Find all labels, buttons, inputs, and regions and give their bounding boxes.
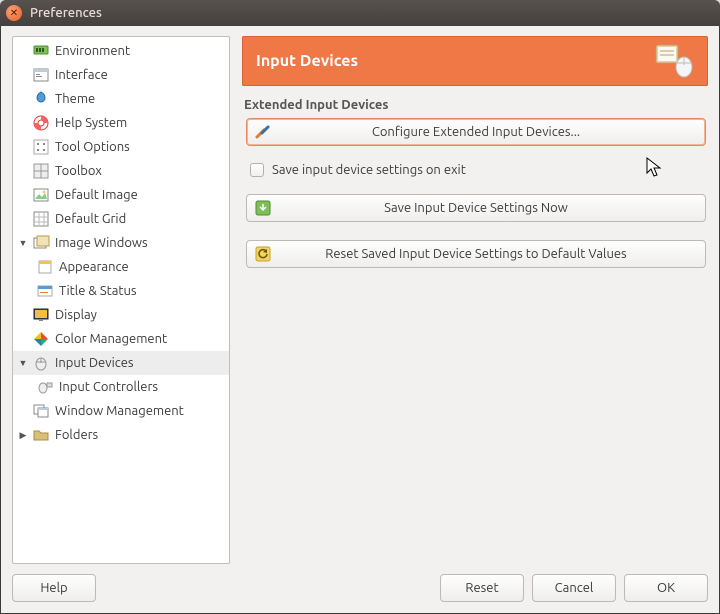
- main-panel: Input Devices Extended Input: [242, 36, 708, 564]
- reset-button[interactable]: Reset: [440, 574, 524, 602]
- tree-item-interface[interactable]: Interface: [13, 63, 229, 87]
- dialog-footer: Help Reset Cancel OK: [12, 564, 708, 602]
- display-icon: [31, 306, 51, 324]
- tree-item-label: Default Grid: [53, 212, 126, 226]
- tree-item-color-management[interactable]: Color Management: [13, 327, 229, 351]
- help-icon: [31, 114, 51, 132]
- panel-title: Input Devices: [256, 52, 358, 70]
- button-label: Save Input Device Settings Now: [384, 201, 568, 215]
- tree-item-label: Appearance: [57, 260, 129, 274]
- expander-icon[interactable]: ▶: [17, 430, 29, 441]
- tree-item-label: Folders: [53, 428, 98, 442]
- folders-icon: [31, 426, 51, 444]
- cancel-button[interactable]: Cancel: [532, 574, 616, 602]
- titlebar: ✕ Preferences: [0, 0, 720, 26]
- default-image-icon: [31, 186, 51, 204]
- tree-item-tool-options[interactable]: Tool Options: [13, 135, 229, 159]
- panel-header: Input Devices: [242, 36, 708, 86]
- tree-item-label: Default Image: [53, 188, 138, 202]
- tree-item-label: Color Management: [53, 332, 167, 346]
- tree-item-label: Theme: [53, 92, 95, 106]
- toolbox-icon: [31, 162, 51, 180]
- env-icon: [31, 42, 51, 60]
- tree-item-label: Input Controllers: [57, 380, 158, 394]
- tree-item-label: Title & Status: [57, 284, 137, 298]
- checkbox-label: Save input device settings on exit: [272, 163, 466, 177]
- theme-icon: [31, 90, 51, 108]
- category-tree[interactable]: Environment Interface Theme Help System Tool…: [12, 36, 230, 564]
- tree-item-window-management[interactable]: Window Management: [13, 399, 229, 423]
- appearance-icon: [35, 258, 55, 276]
- expander-icon[interactable]: ▼: [17, 358, 29, 368]
- title-status-icon: [35, 282, 55, 300]
- image-windows-icon: [31, 234, 51, 252]
- tool-opt-icon: [31, 138, 51, 156]
- ok-button[interactable]: OK: [624, 574, 708, 602]
- preferences-window: ✕ Preferences Environment Interface Theme H…: [0, 0, 720, 614]
- window-mgmt-icon: [31, 402, 51, 420]
- save-now-button[interactable]: Save Input Device Settings Now: [246, 194, 706, 222]
- close-icon[interactable]: ✕: [6, 5, 22, 21]
- tree-item-input-controllers[interactable]: Input Controllers: [13, 375, 229, 399]
- tree-item-default-image[interactable]: Default Image: [13, 183, 229, 207]
- content-area: Environment Interface Theme Help System Tool…: [0, 26, 720, 614]
- tree-item-label: Tool Options: [53, 140, 130, 154]
- expander-icon[interactable]: ▼: [17, 238, 29, 248]
- button-label: Reset Saved Input Device Settings to Def…: [325, 247, 626, 261]
- section-title: Extended Input Devices: [244, 98, 708, 112]
- save-on-exit-row[interactable]: Save input device settings on exit: [250, 163, 706, 177]
- help-button[interactable]: Help: [12, 574, 96, 602]
- input-devices-icon: [654, 43, 694, 79]
- tree-item-input-devices[interactable]: ▼ Input Devices: [13, 351, 229, 375]
- default-grid-icon: [31, 210, 51, 228]
- input-controllers-icon: [35, 378, 55, 396]
- tree-item-label: Toolbox: [53, 164, 102, 178]
- checkbox-icon[interactable]: [250, 163, 264, 177]
- tree-item-image-windows[interactable]: ▼ Image Windows: [13, 231, 229, 255]
- tree-item-label: Interface: [53, 68, 108, 82]
- preferences-icon: [255, 124, 271, 140]
- tree-item-help-system[interactable]: Help System: [13, 111, 229, 135]
- tree-item-label: Help System: [53, 116, 127, 130]
- tree-item-theme[interactable]: Theme: [13, 87, 229, 111]
- tree-item-label: Window Management: [53, 404, 184, 418]
- tree-item-environment[interactable]: Environment: [13, 39, 229, 63]
- reset-defaults-button[interactable]: Reset Saved Input Device Settings to Def…: [246, 240, 706, 268]
- interface-icon: [31, 66, 51, 84]
- tree-item-folders[interactable]: ▶ Folders: [13, 423, 229, 447]
- tree-item-appearance[interactable]: Appearance: [13, 255, 229, 279]
- tree-item-label: Image Windows: [53, 236, 148, 250]
- tree-item-title-status[interactable]: Title & Status: [13, 279, 229, 303]
- save-icon: [255, 200, 271, 216]
- tree-item-label: Input Devices: [53, 356, 134, 370]
- tree-item-label: Display: [53, 308, 97, 322]
- tree-item-display[interactable]: Display: [13, 303, 229, 327]
- button-label: Configure Extended Input Devices...: [372, 125, 580, 139]
- configure-extended-input-button[interactable]: Configure Extended Input Devices...: [246, 118, 706, 146]
- input-devices-icon: [31, 354, 51, 372]
- tree-item-label: Environment: [53, 44, 130, 58]
- color-icon: [31, 330, 51, 348]
- reset-icon: [255, 246, 271, 262]
- tree-item-toolbox[interactable]: Toolbox: [13, 159, 229, 183]
- tree-item-default-grid[interactable]: Default Grid: [13, 207, 229, 231]
- window-title: Preferences: [30, 6, 102, 20]
